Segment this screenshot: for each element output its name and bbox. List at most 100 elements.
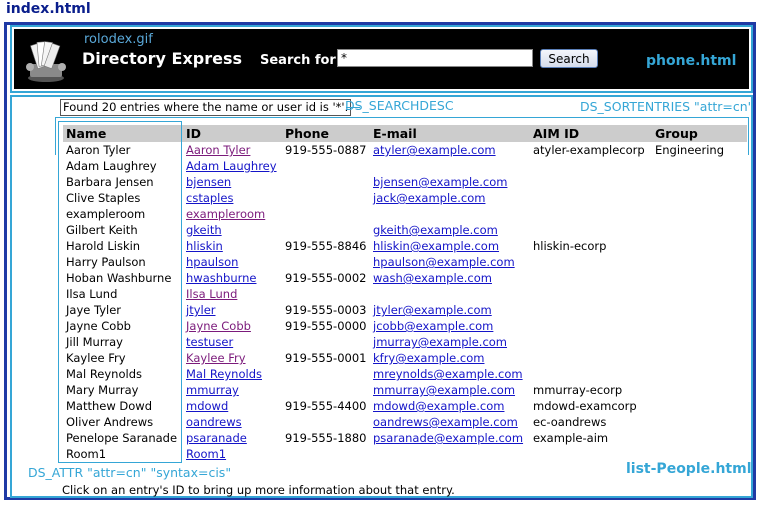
search-button[interactable]: Search: [540, 49, 598, 68]
id-link[interactable]: Kaylee Fry: [186, 351, 246, 365]
id-link[interactable]: jtyler: [186, 303, 216, 317]
id-cell: Room1: [183, 446, 282, 462]
phone-cell: [282, 158, 370, 174]
group-cell: [652, 446, 747, 462]
email-link[interactable]: oandrews@example.com: [373, 415, 518, 429]
email-link[interactable]: hliskin@example.com: [373, 239, 499, 253]
email-link[interactable]: mdowd@example.com: [373, 399, 504, 413]
phone-cell: [282, 286, 370, 302]
id-cell: mmurray: [183, 382, 282, 398]
header-bar: rolodex.gif Directory Express Search for…: [14, 29, 749, 89]
rolodex-icon: [26, 41, 66, 82]
id-link[interactable]: Mal Reynolds: [186, 367, 262, 381]
id-link[interactable]: exampleroom: [186, 207, 265, 221]
aim-cell: mmurray-ecorp: [533, 383, 623, 397]
id-cell: jtyler: [183, 302, 282, 318]
logo-caption: rolodex.gif: [84, 32, 153, 47]
email-link[interactable]: atyler@example.com: [373, 143, 496, 157]
id-link[interactable]: Jayne Cobb: [186, 319, 251, 333]
id-cell: testuser: [183, 334, 282, 350]
group-cell: [652, 414, 747, 430]
id-cell: hwashburne: [183, 270, 282, 286]
header-frame: rolodex.gif Directory Express Search for…: [10, 25, 753, 93]
email-cell: oandrews@example.com: [370, 414, 530, 430]
group-cell: [652, 222, 747, 238]
aim-cell: [530, 334, 652, 350]
id-link[interactable]: Adam Laughrey: [186, 159, 277, 173]
footer-note: Click on an entry's ID to bring up more …: [62, 483, 455, 497]
email-link[interactable]: kfry@example.com: [373, 351, 484, 365]
id-link[interactable]: hpaulson: [186, 255, 238, 269]
sort-annotation: DS_SORTENTRIES "attr=cn": [580, 99, 754, 114]
email-cell: jack@example.com: [370, 190, 530, 206]
id-cell: Mal Reynolds: [183, 366, 282, 382]
id-link[interactable]: oandrews: [186, 415, 242, 429]
email-link[interactable]: hpaulson@example.com: [373, 255, 515, 269]
phone-annotation: phone.html: [646, 53, 737, 69]
phone-cell: [282, 446, 370, 462]
id-link[interactable]: Aaron Tyler: [186, 143, 250, 157]
email-cell: jmurray@example.com: [370, 334, 530, 350]
phone-cell: 919-555-4400: [285, 399, 367, 413]
id-cell: oandrews: [183, 414, 282, 430]
id-link[interactable]: Room1: [186, 447, 226, 461]
email-link[interactable]: jmurray@example.com: [373, 335, 507, 349]
email-cell: [370, 158, 530, 174]
group-cell: [652, 238, 747, 254]
aim-cell: [530, 446, 652, 462]
group-cell: [652, 318, 747, 334]
aim-cell: [530, 366, 652, 382]
search-input[interactable]: [337, 49, 533, 67]
aim-cell: atyler-examplecorp: [533, 143, 645, 157]
email-link[interactable]: gkeith@example.com: [373, 223, 498, 237]
email-cell: [370, 286, 530, 302]
id-cell: Aaron Tyler: [183, 142, 282, 158]
id-link[interactable]: hwashburne: [186, 271, 257, 285]
email-cell: [370, 206, 530, 222]
id-cell: hpaulson: [183, 254, 282, 270]
column-header-aim: AIM ID: [530, 125, 652, 142]
email-link[interactable]: jack@example.com: [373, 191, 485, 205]
id-link[interactable]: mmurray: [186, 383, 239, 397]
id-cell: exampleroom: [183, 206, 282, 222]
phone-cell: [282, 190, 370, 206]
search-desc-annotation: DS_SEARCHDESC: [345, 98, 454, 113]
column-header-id: ID: [183, 125, 282, 142]
aim-cell: example-aim: [533, 431, 609, 445]
id-link[interactable]: psaranade: [186, 431, 247, 445]
id-link[interactable]: Ilsa Lund: [186, 287, 237, 301]
id-link[interactable]: gkeith: [186, 223, 222, 237]
email-link[interactable]: jtyler@example.com: [373, 303, 492, 317]
id-cell: gkeith: [183, 222, 282, 238]
email-link[interactable]: psaranade@example.com: [373, 431, 523, 445]
id-link[interactable]: mdowd: [186, 399, 228, 413]
phone-cell: 919-555-0887: [285, 143, 367, 157]
aim-cell: [530, 174, 652, 190]
id-cell: psaranade: [183, 430, 282, 446]
id-link[interactable]: testuser: [186, 335, 233, 349]
email-link[interactable]: bjensen@example.com: [373, 175, 507, 189]
id-link[interactable]: hliskin: [186, 239, 223, 253]
email-link[interactable]: wash@example.com: [373, 271, 492, 285]
page-label: index.html: [6, 1, 91, 17]
id-cell: cstaples: [183, 190, 282, 206]
email-cell: jtyler@example.com: [370, 302, 530, 318]
email-cell: bjensen@example.com: [370, 174, 530, 190]
aim-cell: [530, 206, 652, 222]
id-link[interactable]: cstaples: [186, 191, 233, 205]
email-link[interactable]: jcobb@example.com: [373, 319, 493, 333]
email-link[interactable]: mmurray@example.com: [373, 383, 515, 397]
email-cell: [370, 446, 530, 462]
id-cell: Ilsa Lund: [183, 286, 282, 302]
email-link[interactable]: mreynolds@example.com: [373, 367, 523, 381]
email-cell: mmurray@example.com: [370, 382, 530, 398]
email-cell: hpaulson@example.com: [370, 254, 530, 270]
group-cell: [652, 350, 747, 366]
id-link[interactable]: bjensen: [186, 175, 231, 189]
app-title: Directory Express: [82, 49, 243, 68]
group-cell: [652, 206, 747, 222]
group-cell: [652, 270, 747, 286]
group-cell: [652, 254, 747, 270]
attr-frame: [58, 121, 182, 463]
group-cell: [652, 158, 747, 174]
